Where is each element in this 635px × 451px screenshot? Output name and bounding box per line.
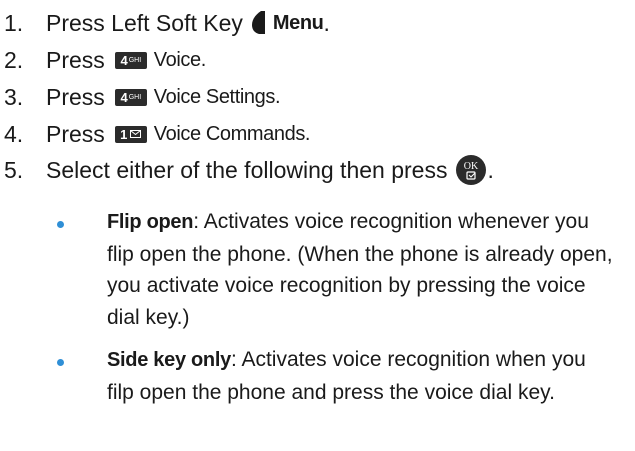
- svg-text:OK: OK: [464, 161, 479, 172]
- bullet-icon: [57, 359, 64, 366]
- option-text: Flip open: Activates voice recognition w…: [107, 206, 617, 333]
- left-soft-key-icon: [251, 11, 265, 34]
- step-text: Press: [46, 120, 105, 147]
- key-1-mail-icon: 1: [114, 125, 147, 143]
- step-number: 1.: [4, 9, 24, 36]
- option-term: Side key only: [107, 349, 231, 371]
- step-1: 1. Press Left Soft Key Menu.: [0, 6, 330, 40]
- step-text: Select either of the following then pres…: [46, 156, 448, 183]
- step-number: 4.: [4, 120, 24, 147]
- step-text: Press: [46, 46, 105, 73]
- instruction-page: 1. Press Left Soft Key Menu. 2. Press 4G…: [0, 0, 635, 451]
- ok-key-icon: OK: [456, 155, 487, 185]
- key-letters: GHI: [128, 93, 142, 101]
- step-period: .: [487, 156, 494, 183]
- menu-label: Menu: [272, 12, 324, 34]
- step-text: Press Left Soft Key: [46, 9, 243, 36]
- key-digit: 4: [120, 89, 128, 105]
- menu-option-label: Voice Settings.: [153, 86, 281, 108]
- key-digit: 4: [120, 52, 128, 68]
- step-number: 2.: [4, 46, 24, 73]
- step-4: 4. Press 1 Voice Commands.: [0, 117, 310, 151]
- menu-option-label: Voice Commands.: [153, 123, 311, 145]
- step-3: 3. Press 4 GHI Voice Settings.: [0, 80, 281, 114]
- step-2: 2. Press 4 GHI Voice.: [0, 43, 206, 77]
- step-period: .: [323, 9, 330, 36]
- menu-option-label: Voice.: [153, 49, 206, 71]
- option-text: Side key only: Activates voice recogniti…: [107, 344, 617, 408]
- envelope-icon: [130, 130, 142, 138]
- step-number: 3.: [4, 83, 24, 110]
- key-letters: GHI: [128, 56, 142, 64]
- key-digit: 1: [120, 126, 128, 142]
- step-5: 5. Select either of the following then p…: [0, 153, 494, 187]
- key-4-ghi-icon: 4 GHI: [114, 51, 147, 69]
- step-number: 5.: [4, 156, 24, 183]
- bullet-icon: [57, 221, 64, 228]
- option-term: Flip open: [107, 211, 194, 233]
- step-text: Press: [46, 83, 105, 110]
- key-4-ghi-icon: 4 GHI: [114, 88, 147, 106]
